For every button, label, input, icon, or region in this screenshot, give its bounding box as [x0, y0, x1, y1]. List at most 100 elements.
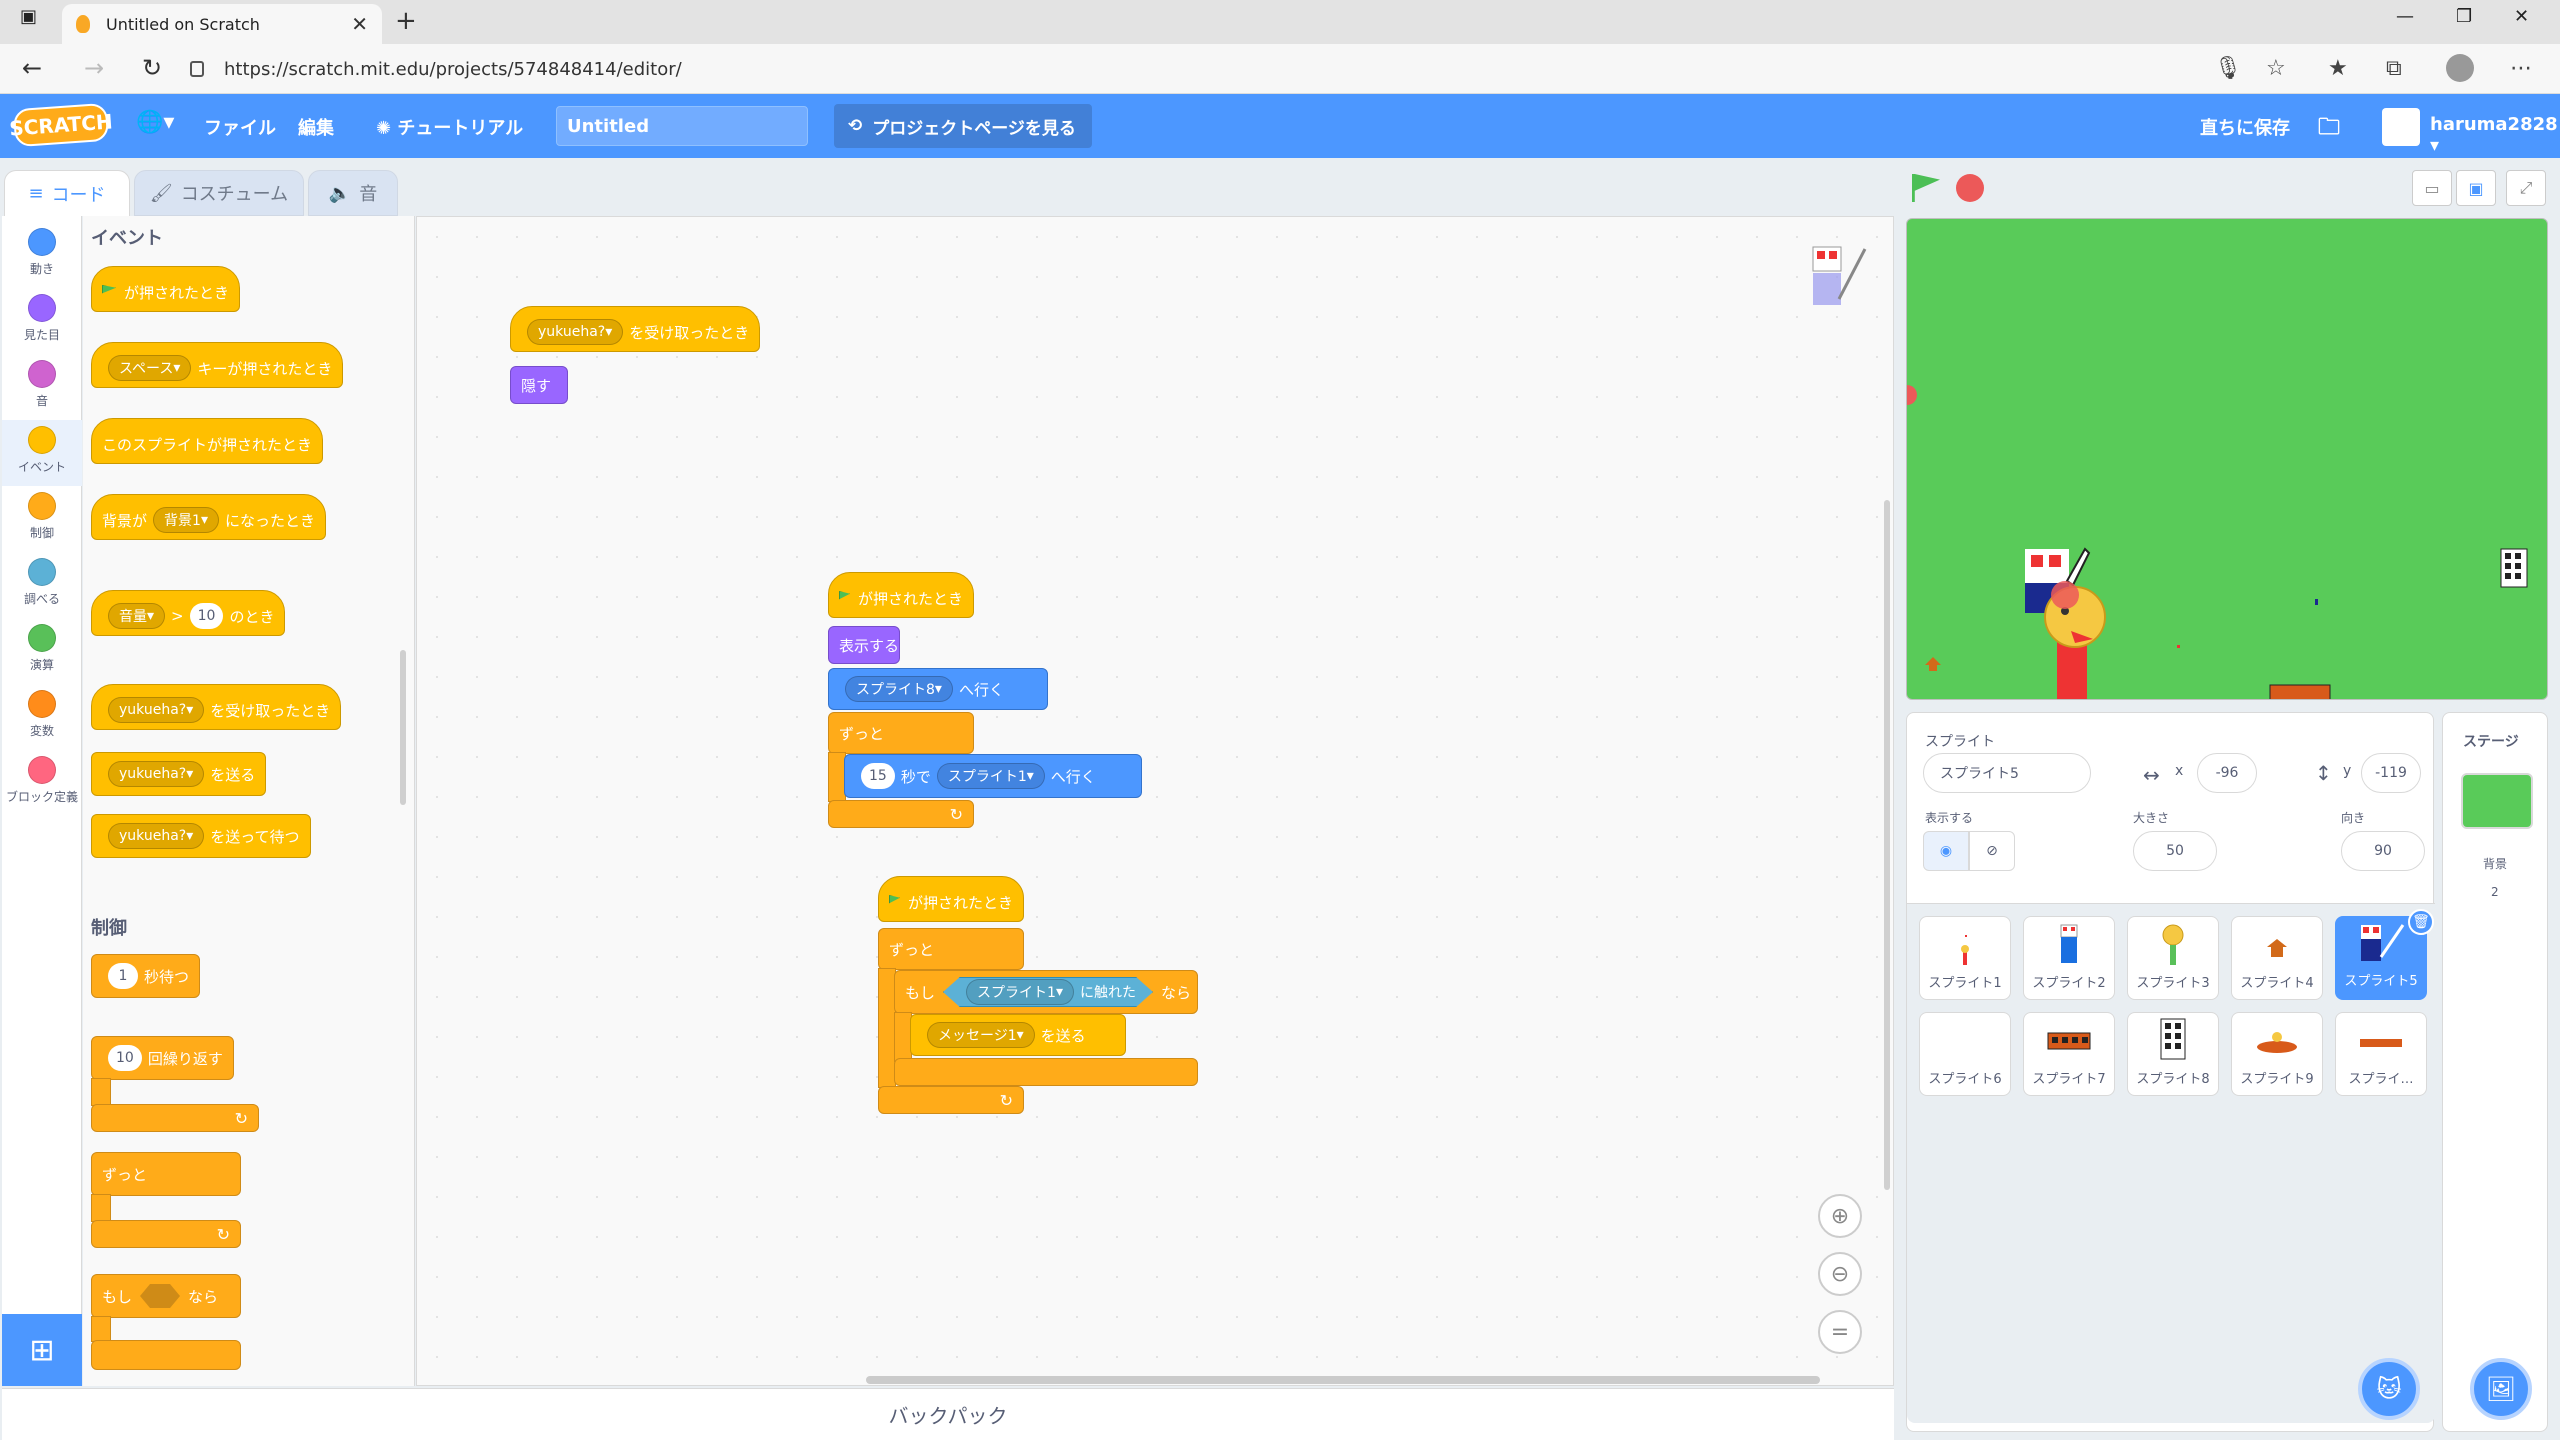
palette-when-loudness[interactable]: 音量 ▾ > 10 のとき — [91, 590, 286, 636]
sprite-tile-5[interactable]: スプライト5 🗑 — [2335, 909, 2434, 1000]
large-stage-icon[interactable]: ▣ — [2456, 170, 2496, 206]
code-workspace[interactable] — [416, 216, 1894, 1386]
zoom-out-icon[interactable]: ⊖ — [1818, 1252, 1862, 1296]
show-visible-button[interactable]: ◉ — [1923, 831, 1969, 871]
script3-message-dropdown[interactable]: メッセージ1 ▾ — [927, 1022, 1035, 1048]
script1-message-dropdown[interactable]: yukueha? ▾ — [527, 319, 624, 345]
delete-sprite-icon[interactable]: 🗑 — [2408, 909, 2434, 935]
reload-icon[interactable]: ↻ — [142, 54, 162, 82]
x-input[interactable]: -96 — [2197, 753, 2257, 793]
avatar[interactable] — [2382, 108, 2420, 146]
loudness-dropdown[interactable]: 音量 ▾ — [108, 603, 166, 629]
script1-when-receive[interactable]: yukueha? ▾ を受け取ったとき — [510, 306, 761, 352]
category-my-blocks[interactable]: ブロック定義 — [2, 756, 82, 805]
wait-seconds[interactable]: 1 — [108, 963, 138, 989]
back-icon[interactable]: ← — [22, 54, 42, 82]
sprite-tile-6[interactable]: スプライト6 — [1919, 1012, 2011, 1096]
see-project-page-button[interactable]: ⟲ プロジェクトページを見る — [834, 104, 1092, 148]
sprite-name-input[interactable]: スプライト5 — [1923, 753, 2091, 793]
category-looks[interactable]: 見た目 — [2, 294, 82, 343]
script3-touching-condition[interactable]: スプライト1 ▾ に触れた — [943, 977, 1153, 1007]
repeat-head[interactable]: 10 回繰り返す — [91, 1036, 234, 1080]
sprite-tile-8[interactable]: スプライト8 — [2127, 1012, 2219, 1096]
empty-condition-slot[interactable] — [140, 1284, 181, 1308]
direction-input[interactable]: 90 — [2341, 831, 2425, 871]
stop-icon[interactable] — [1956, 174, 1984, 202]
show-hidden-button[interactable]: ⊘ — [1969, 831, 2015, 871]
palette-when-sprite-clicked[interactable]: このスプライトが押されたとき — [91, 418, 324, 464]
sprite-tile-4[interactable]: スプライト4 — [2231, 916, 2323, 1000]
palette-when-receive[interactable]: yukueha? ▾ を受け取ったとき — [91, 684, 342, 730]
stage-canvas[interactable] — [1906, 218, 2548, 700]
script2-show[interactable]: 表示する — [828, 626, 900, 664]
script3-when-flag[interactable]: が押されたとき — [878, 876, 1024, 922]
script2-goto-dropdown[interactable]: スプライト8 ▾ — [845, 676, 953, 702]
microphone-icon[interactable]: 🎙 — [2214, 56, 2242, 81]
url-field[interactable]: https://scratch.mit.edu/projects/5748484… — [190, 51, 2190, 87]
sprite-tile-3[interactable]: スプライト3 — [2127, 916, 2219, 1000]
palette-when-flag-clicked[interactable]: が押されたとき — [91, 266, 241, 312]
tutorial-menu[interactable]: ✺ チュートリアル — [376, 114, 523, 140]
code-horizontal-scrollbar[interactable] — [866, 1376, 1820, 1384]
green-flag-run-icon[interactable] — [1912, 174, 1940, 202]
backdrop-dropdown[interactable]: 背景1 ▾ — [153, 507, 219, 533]
small-stage-icon[interactable]: ▭ — [2412, 170, 2452, 206]
if-head[interactable]: もし なら — [91, 1274, 241, 1318]
username-menu[interactable]: haruma2828 ▾ — [2430, 114, 2560, 156]
category-operators[interactable]: 演算 — [2, 624, 82, 673]
zoom-reset-icon[interactable]: = — [1818, 1310, 1862, 1354]
sprite-tile-7[interactable]: スプライト7 — [2023, 1012, 2115, 1096]
script2-glide-to[interactable]: 15 秒で スプライト1 ▾ へ行く — [844, 754, 1142, 798]
size-input[interactable]: 50 — [2133, 831, 2217, 871]
broadcast-dropdown[interactable]: yukueha? ▾ — [108, 761, 205, 787]
backpack-bar[interactable]: バックパック — [2, 1388, 1894, 1440]
close-tab-icon[interactable]: ✕ — [351, 12, 368, 36]
broadcast-wait-dropdown[interactable]: yukueha? ▾ — [108, 823, 205, 849]
sprite-tile-10[interactable]: スプライ… — [2335, 1012, 2427, 1096]
fullscreen-icon[interactable]: ⤢ — [2506, 170, 2546, 206]
add-favorite-icon[interactable]: ☆ — [2266, 56, 2286, 81]
tab-costume[interactable]: 🖌 コスチューム — [134, 170, 304, 216]
script3-forever[interactable]: ずっと — [878, 928, 1024, 970]
add-sprite-button[interactable]: 🐱 — [2358, 1358, 2420, 1420]
browser-tab[interactable]: Untitled on Scratch ✕ — [62, 4, 382, 44]
palette-broadcast[interactable]: yukueha? ▾ を送る — [91, 752, 267, 796]
repeat-count[interactable]: 10 — [108, 1045, 142, 1071]
forward-icon[interactable]: → — [84, 54, 104, 82]
category-variables[interactable]: 変数 — [2, 690, 82, 739]
save-now-button[interactable]: 直ちに保存 — [2200, 114, 2290, 140]
script2-when-flag[interactable]: が押されたとき — [828, 572, 974, 618]
sprite-tile-2[interactable]: スプライト2 — [2023, 916, 2115, 1000]
script2-glide-dropdown[interactable]: スプライト1 ▾ — [936, 763, 1045, 789]
message-dropdown[interactable]: yukueha? ▾ — [108, 697, 205, 723]
category-sensing[interactable]: 調べる — [2, 558, 82, 607]
scratch-logo[interactable]: SCRATCH — [9, 102, 113, 148]
favorites-icon[interactable]: ★ — [2328, 56, 2348, 81]
code-vertical-scrollbar[interactable] — [1884, 500, 1890, 1190]
category-sound[interactable]: 音 — [2, 360, 82, 409]
script3-if-touching[interactable]: もし スプライト1 ▾ に触れた なら — [894, 970, 1198, 1014]
my-stuff-folder-icon[interactable]: 🗀 — [2318, 110, 2340, 148]
palette-scrollbar[interactable] — [400, 650, 406, 805]
window-close-icon[interactable]: ✕ — [2514, 6, 2529, 27]
script2-forever[interactable]: ずっと — [828, 712, 974, 754]
add-backdrop-button[interactable]: 🖼 — [2470, 1358, 2532, 1420]
palette-when-key-pressed[interactable]: スペース ▾ キーが押されたとき — [91, 342, 344, 388]
edit-menu[interactable]: 編集 — [298, 114, 334, 140]
stage-thumbnail[interactable] — [2461, 773, 2533, 829]
category-control[interactable]: 制御 — [2, 492, 82, 541]
script3-touch-dropdown[interactable]: スプライト1 ▾ — [966, 979, 1074, 1005]
palette-wait[interactable]: 1 秒待つ — [91, 954, 201, 998]
tab-code[interactable]: ≡ コード — [4, 170, 130, 216]
script2-glide-seconds[interactable]: 15 — [861, 763, 895, 789]
forever-head[interactable]: ずっと — [91, 1152, 241, 1196]
palette-broadcast-and-wait[interactable]: yukueha? ▾ を送って待つ — [91, 814, 311, 858]
tab-sound[interactable]: 🔈 音 — [308, 170, 398, 216]
script2-go-to-sprite[interactable]: スプライト8 ▾ へ行く — [828, 668, 1048, 710]
new-tab-icon[interactable]: + — [395, 6, 417, 36]
tab-actions-icon[interactable]: ▣ — [20, 6, 37, 27]
sprite-tile-9[interactable]: スプライト9 — [2231, 1012, 2323, 1096]
file-menu[interactable]: ファイル — [204, 114, 276, 140]
stage-selector-panel[interactable]: ステージ 背景 2 — [2442, 712, 2548, 1432]
script1-hide[interactable]: 隠す — [510, 366, 568, 404]
